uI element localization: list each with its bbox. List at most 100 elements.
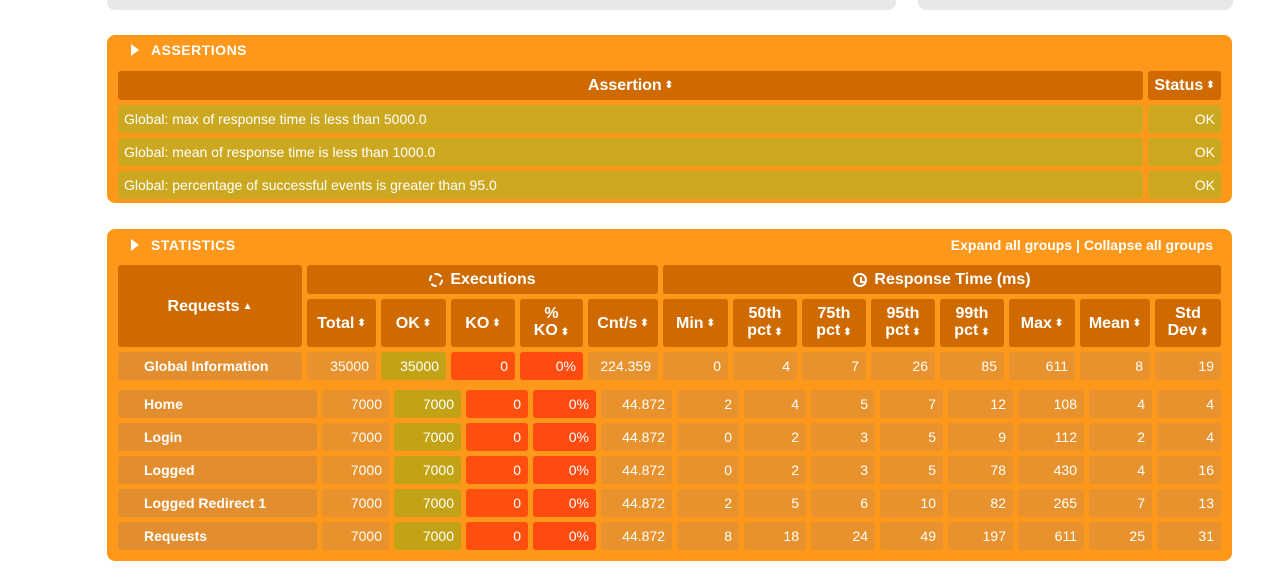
request-std-dev: 16	[1157, 456, 1221, 484]
statistics-toggle[interactable]: STATISTICS	[131, 229, 236, 261]
sort-icon: ⬍	[912, 327, 921, 338]
total-column-header[interactable]: Total ⬍	[307, 299, 376, 347]
request-p99: 9	[948, 423, 1013, 451]
request-name-link[interactable]: Logged	[118, 456, 317, 484]
request-ko: 0	[466, 423, 528, 451]
assertion-row: Global: percentage of successful events …	[118, 171, 1143, 199]
request-ok: 7000	[394, 456, 461, 484]
request-percent-ko: 0%	[533, 489, 596, 517]
sort-asc-icon: ▲	[242, 300, 253, 312]
sort-icon: ⬍	[664, 80, 674, 91]
ok-column-header[interactable]: OK ⬍	[381, 299, 446, 347]
expand-all-groups-link[interactable]: Expand all groups	[951, 237, 1072, 253]
request-p95: 5	[880, 456, 943, 484]
global-mean: 8	[1080, 352, 1150, 380]
sort-icon: ⬍	[706, 317, 715, 329]
sort-icon: ⬍	[492, 317, 501, 329]
expand-triangle-icon	[131, 44, 139, 56]
assertions-panel: ASSERTIONS Assertion ⬍ Status ⬍ Global: ma…	[107, 35, 1232, 203]
statistics-title: STATISTICS	[151, 237, 236, 253]
request-percent-ko: 0%	[533, 423, 596, 451]
p95-column-header[interactable]: 95th pct ⬍	[871, 299, 935, 347]
collapse-all-groups-link[interactable]: Collapse all groups	[1084, 237, 1213, 253]
std-dev-column-header[interactable]: Std Dev ⬍	[1155, 299, 1221, 347]
mean-column-header[interactable]: Mean ⬍	[1080, 299, 1150, 347]
request-ok: 7000	[394, 522, 461, 550]
request-p50: 2	[744, 423, 806, 451]
statistics-panel: STATISTICS Expand all groups | Collapse …	[107, 229, 1232, 561]
sort-icon: ⬍	[1199, 327, 1209, 338]
percent-ko-column-header[interactable]: % KO ⬍	[520, 299, 583, 347]
max-column-header[interactable]: Max ⬍	[1009, 299, 1075, 347]
global-min: 0	[663, 352, 728, 380]
global-information-label: Global Information	[118, 352, 302, 380]
assertion-status: OK	[1148, 105, 1221, 133]
request-cnts: 44.872	[601, 522, 672, 550]
top-right-card	[918, 0, 1233, 10]
assertions-toggle[interactable]: ASSERTIONS	[131, 35, 247, 65]
global-percent-ko: 0%	[520, 352, 583, 380]
request-name-link[interactable]: Logged Redirect 1	[118, 489, 317, 517]
request-ko: 0	[466, 489, 528, 517]
sort-icon: ⬍	[1206, 80, 1215, 91]
request-p95: 5	[880, 423, 943, 451]
request-mean: 25	[1089, 522, 1152, 550]
global-p75: 7	[802, 352, 866, 380]
request-p50: 18	[744, 522, 806, 550]
assertion-row: Global: mean of response time is less th…	[118, 138, 1143, 166]
request-mean: 4	[1089, 390, 1152, 418]
sort-icon: ⬍	[357, 317, 366, 329]
request-percent-ko: 0%	[533, 390, 596, 418]
request-std-dev: 4	[1157, 390, 1221, 418]
ko-column-header[interactable]: KO ⬍	[451, 299, 515, 347]
request-ok: 7000	[394, 390, 461, 418]
assertion-column-header[interactable]: Assertion ⬍	[118, 71, 1143, 100]
group-links: Expand all groups | Collapse all groups	[951, 229, 1213, 261]
request-name-link[interactable]: Home	[118, 390, 317, 418]
request-ok: 7000	[394, 489, 461, 517]
request-ko: 0	[466, 456, 528, 484]
request-p75: 3	[811, 456, 875, 484]
request-total: 7000	[322, 489, 389, 517]
request-max: 611	[1018, 522, 1084, 550]
global-total: 35000	[307, 352, 376, 380]
sort-icon: ⬍	[981, 327, 990, 338]
clock-icon	[853, 272, 868, 287]
p75-column-header[interactable]: 75th pct ⬍	[802, 299, 866, 347]
request-p75: 5	[811, 390, 875, 418]
request-p99: 78	[948, 456, 1013, 484]
request-mean: 4	[1089, 456, 1152, 484]
request-cnts: 44.872	[601, 456, 672, 484]
request-total: 7000	[322, 423, 389, 451]
request-p75: 24	[811, 522, 875, 550]
sort-icon: ⬍	[640, 317, 649, 329]
global-p99: 85	[940, 352, 1004, 380]
global-std-dev: 19	[1155, 352, 1221, 380]
request-total: 7000	[322, 456, 389, 484]
executions-group-header: Executions	[307, 265, 658, 294]
request-cnts: 44.872	[601, 423, 672, 451]
sort-icon: ⬍	[774, 327, 783, 338]
assertion-status: OK	[1148, 171, 1221, 199]
request-p99: 12	[948, 390, 1013, 418]
assertion-status: OK	[1148, 138, 1221, 166]
min-column-header[interactable]: Min ⬍	[663, 299, 728, 347]
request-p50: 4	[744, 390, 806, 418]
request-p99: 82	[948, 489, 1013, 517]
requests-column-header[interactable]: Requests ▲	[118, 265, 302, 347]
request-min: 8	[677, 522, 739, 550]
request-p75: 3	[811, 423, 875, 451]
status-column-header[interactable]: Status ⬍	[1148, 71, 1221, 100]
request-max: 112	[1018, 423, 1084, 451]
request-name-link[interactable]: Login	[118, 423, 317, 451]
request-percent-ko: 0%	[533, 456, 596, 484]
p50-column-header[interactable]: 50th pct ⬍	[733, 299, 797, 347]
request-name-link[interactable]: Requests	[118, 522, 317, 550]
request-max: 108	[1018, 390, 1084, 418]
sort-icon: ⬍	[1132, 317, 1142, 329]
p99-column-header[interactable]: 99th pct ⬍	[940, 299, 1004, 347]
cnts-column-header[interactable]: Cnt/s ⬍	[588, 299, 658, 347]
request-max: 430	[1018, 456, 1084, 484]
request-ko: 0	[466, 390, 528, 418]
global-p95: 26	[871, 352, 935, 380]
